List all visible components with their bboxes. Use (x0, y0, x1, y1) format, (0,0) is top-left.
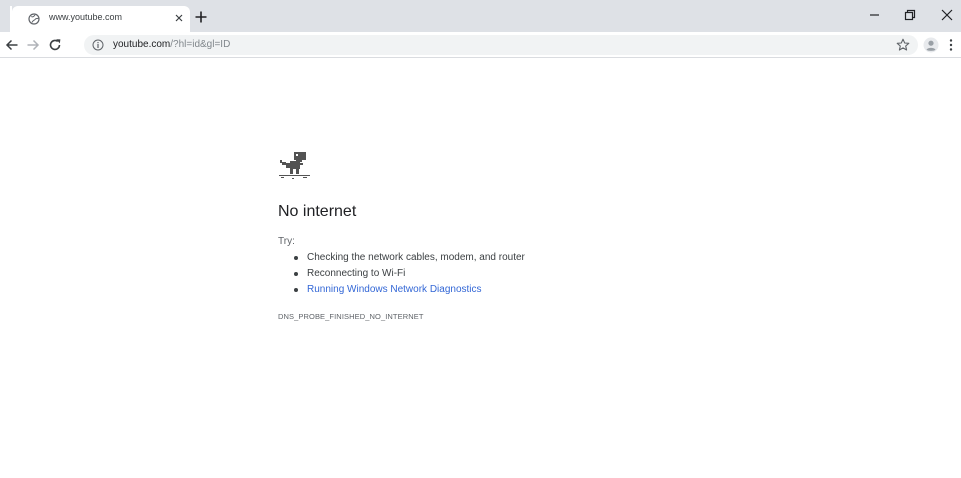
url-path: /?hl=id&gl=ID (170, 39, 231, 50)
network-diagnostics-link[interactable]: Running Windows Network Diagnostics (278, 282, 525, 298)
tab-strip: www.youtube.com (0, 0, 961, 32)
offline-dino-icon (279, 152, 310, 179)
kebab-menu-icon[interactable] (946, 38, 956, 52)
bullet (294, 288, 298, 292)
suggestion-reconnect-wifi: Reconnecting to Wi-Fi (278, 266, 525, 282)
suggestion-check-cables: Checking the network cables, modem, and … (278, 250, 525, 266)
url-host: youtube.com (113, 39, 171, 50)
new-tab-icon[interactable] (193, 9, 209, 25)
browser-toolbar: youtube.com/?hl=id&gl=ID (0, 32, 961, 58)
tab-title: www.youtube.com (49, 12, 123, 22)
minimize-icon[interactable] (866, 7, 884, 23)
window-close-icon[interactable] (938, 7, 956, 23)
suggestion-list: Checking the network cables, modem, and … (278, 250, 525, 298)
info-icon[interactable] (92, 39, 104, 51)
active-tab[interactable]: www.youtube.com (12, 6, 190, 32)
error-title: No internet (278, 203, 357, 220)
bullet (294, 272, 298, 276)
bullet (294, 256, 298, 260)
arrow-left-icon[interactable] (5, 38, 19, 52)
star-icon[interactable] (896, 38, 910, 52)
address-url[interactable]: youtube.com/?hl=id&gl=ID (113, 39, 230, 51)
suggestion-link-text[interactable]: Running Windows Network Diagnostics (307, 284, 482, 295)
globe-icon (28, 13, 40, 25)
try-label: Try: (278, 236, 295, 247)
suggestion-text: Checking the network cables, modem, and … (307, 252, 525, 263)
reload-icon[interactable] (48, 38, 62, 52)
avatar-icon[interactable] (923, 37, 939, 53)
restore-icon[interactable] (901, 7, 919, 23)
error-code: DNS_PROBE_FINISHED_NO_INTERNET (278, 312, 424, 321)
dino-eye (296, 154, 298, 156)
suggestion-text: Reconnecting to Wi-Fi (307, 268, 406, 279)
arrow-right-icon[interactable] (26, 38, 40, 52)
tab-close-icon[interactable] (172, 11, 186, 25)
